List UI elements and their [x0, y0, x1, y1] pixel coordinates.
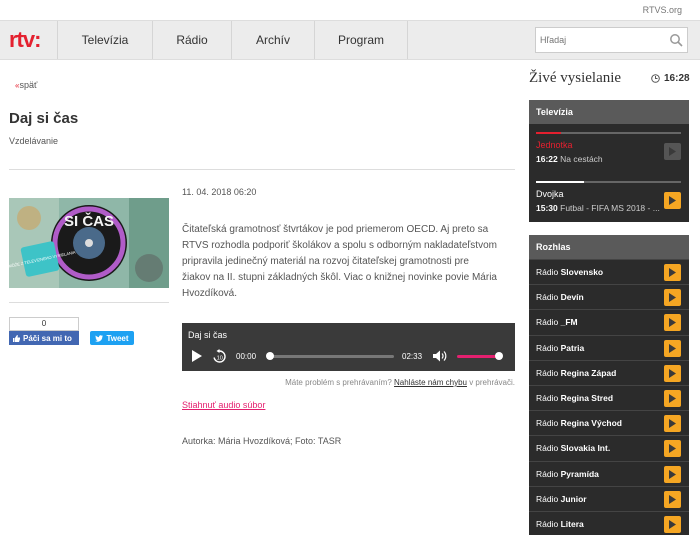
header: rtv: Televízia Rádio Archív Program: [0, 20, 700, 60]
current-time-display: 16:28: [651, 73, 690, 84]
facebook-like-button[interactable]: Páči sa mi to: [9, 331, 79, 345]
radio-play-button[interactable]: [664, 440, 681, 458]
radio-panel-heading: Rozhlas: [529, 235, 689, 259]
volume-handle[interactable]: [495, 352, 503, 360]
radio-station-name: Rádio Slovakia Int.: [536, 443, 611, 454]
radio-station-row[interactable]: Rádio Pyramída: [529, 460, 689, 486]
current-time: 00:00: [236, 352, 257, 361]
progress-track[interactable]: [268, 355, 394, 358]
main-nav: Televízia Rádio Archív Program: [57, 21, 408, 59]
article-thumbnail: SI ČAS POMÔŽE Z TELEVÍZNEHO VYSIELANIA: [9, 198, 169, 288]
divider: [9, 302, 169, 303]
rewind-10-icon[interactable]: 10: [212, 349, 227, 364]
radio-station-row[interactable]: Rádio _FM: [529, 309, 689, 334]
play-icon[interactable]: [192, 350, 202, 362]
tv-channel-name: Dvojka: [536, 189, 564, 199]
facebook-like-widget[interactable]: 0 Páči sa mi to: [9, 317, 79, 345]
nav-item-televízia[interactable]: Televízia: [57, 21, 152, 59]
tv-progress-bar: [536, 181, 681, 183]
radio-play-button[interactable]: [664, 465, 681, 483]
radio-play-button[interactable]: [664, 415, 681, 433]
tv-progress-bar: [536, 132, 681, 134]
radio-station-name: Rádio Regina Stred: [536, 392, 614, 403]
radio-station-row[interactable]: Rádio Patria: [529, 334, 689, 360]
tv-panel-heading: Televízia: [529, 100, 689, 124]
radio-station-row[interactable]: Rádio Devín: [529, 284, 689, 309]
category-label: Vzdelávanie: [9, 136, 59, 146]
radio-station-row[interactable]: Rádio Junior: [529, 485, 689, 511]
top-strip: RTVS.org: [0, 0, 700, 20]
radio-play-button[interactable]: [664, 389, 681, 407]
rtv-logo[interactable]: rtv:: [9, 29, 41, 51]
radio-station-name: Rádio Pyramída: [536, 468, 599, 479]
search-input[interactable]: [536, 28, 664, 52]
back-link[interactable]: «späť: [15, 80, 37, 90]
radio-station-name: Rádio Junior: [536, 493, 587, 504]
radio-station-name: Rádio Patria: [536, 342, 585, 353]
radio-play-button[interactable]: [664, 264, 681, 281]
tv-channel-row[interactable]: Dvojka 15:30 Futbal - FIFA MS 2018 - ...: [529, 173, 689, 221]
radio-play-button[interactable]: [664, 515, 681, 533]
nav-item-rádio[interactable]: Rádio: [152, 21, 231, 59]
thumb-text: SI ČAS: [64, 212, 114, 230]
playback-problem-note: Máte problém s prehrávaním? Nahláste nám…: [285, 378, 515, 387]
nav-item-program[interactable]: Program: [314, 21, 408, 59]
thumbs-up-icon: [13, 334, 20, 342]
search-icon[interactable]: [669, 33, 683, 47]
divider: [9, 169, 515, 170]
progress-handle[interactable]: [266, 352, 274, 360]
radio-station-row[interactable]: Rádio Slovakia Int.: [529, 435, 689, 460]
page-title: Daj si čas: [9, 110, 79, 127]
radio-station-name: Rádio Regina Západ: [536, 367, 617, 378]
report-error-link[interactable]: Nahláste nám chybu: [394, 378, 467, 387]
tv-play-button[interactable]: [664, 192, 681, 209]
volume-track[interactable]: [457, 355, 499, 358]
clock-icon: [651, 74, 660, 83]
player-title: Daj si čas: [188, 330, 228, 340]
radio-station-row[interactable]: Rádio Litera: [529, 510, 689, 536]
radio-station-name: Rádio Regina Východ: [536, 418, 622, 429]
svg-text:10: 10: [217, 355, 223, 361]
download-audio-link[interactable]: Stiahnuť audio súbor: [182, 400, 265, 410]
rtvs-org-link[interactable]: RTVS.org: [643, 5, 682, 15]
radio-station-row[interactable]: Rádio Regina Západ: [529, 359, 689, 385]
radio-live-panel: Rozhlas Rádio Slovensko Rádio Devín Rádio …: [529, 235, 689, 535]
radio-station-name: Rádio Slovensko: [536, 267, 604, 277]
twitter-bird-icon: [95, 334, 104, 342]
live-broadcast-title: Živé vysielanie: [529, 70, 622, 86]
tv-channel-row[interactable]: Jednotka 16:22 Na cestách: [529, 124, 689, 172]
radio-play-button[interactable]: [664, 364, 681, 382]
radio-station-row[interactable]: Rádio Regina Stred: [529, 384, 689, 410]
radio-station-name: Rádio Devín: [536, 292, 584, 303]
tv-play-button[interactable]: [664, 143, 681, 160]
radio-play-button[interactable]: [664, 314, 681, 332]
like-count: 0: [9, 317, 79, 331]
radio-station-name: Rádio Litera: [536, 518, 584, 529]
radio-play-button[interactable]: [664, 289, 681, 307]
nav-item-archív[interactable]: Archív: [231, 21, 314, 59]
radio-play-button[interactable]: [664, 339, 681, 357]
radio-station-row[interactable]: Rádio Regina Východ: [529, 410, 689, 435]
article-description: Čitateľská gramotnosť štvrtákov je pod p…: [182, 224, 497, 299]
tv-live-panel: Televízia Jednotka 16:22 Na cestách Dvojka…: [529, 100, 689, 222]
radio-play-button[interactable]: [664, 490, 681, 508]
duration: 02:33: [402, 352, 423, 361]
tv-channel-name: Jednotka: [536, 140, 573, 150]
search-box: [535, 27, 688, 53]
author-credit: Autorka: Mária Hvozdíková; Foto: TASR: [182, 436, 342, 446]
tv-current-show: 16:22 Na cestách: [536, 154, 603, 164]
radio-station-row[interactable]: Rádio Slovensko: [529, 259, 689, 284]
tweet-button[interactable]: Tweet: [90, 331, 134, 345]
volume-icon[interactable]: [433, 350, 447, 362]
tv-current-show: 15:30 Futbal - FIFA MS 2018 - ...: [536, 203, 660, 213]
audio-player: Daj si čas 10 00:00 02:33: [182, 323, 515, 371]
radio-station-name: Rádio _FM: [536, 317, 578, 328]
publish-date: 11. 04. 2018 06:20: [182, 187, 257, 197]
